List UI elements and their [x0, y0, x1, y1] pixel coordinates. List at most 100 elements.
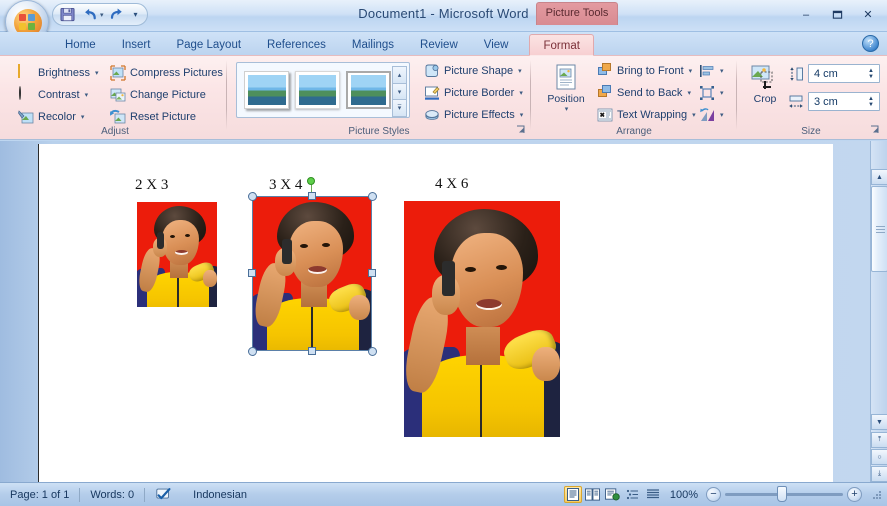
- selection-handle-middle-left[interactable]: [248, 269, 256, 277]
- photo-image-4x6[interactable]: [404, 201, 560, 437]
- zoom-level[interactable]: 100%: [662, 489, 706, 501]
- customize-quick-access-toolbar-icon[interactable]: ▾: [129, 5, 143, 24]
- rotation-handle[interactable]: [307, 177, 315, 185]
- ribbon-group-size: Crop 4 cm ▲ ▼ 3 cm ▲ ▼ Size: [740, 58, 882, 138]
- tab-view[interactable]: View: [471, 34, 522, 56]
- document-area[interactable]: 2 X 3 3 X 4 4 X 6: [0, 141, 887, 482]
- full-screen-reading-view-button[interactable]: [584, 486, 602, 503]
- outline-view-button[interactable]: [624, 486, 642, 503]
- previous-page-button[interactable]: ⤒: [871, 432, 887, 448]
- selection-handle-bottom-center[interactable]: [308, 347, 316, 355]
- group-icon: [699, 85, 715, 101]
- compress-pictures-button[interactable]: Compress Pictures: [106, 63, 227, 83]
- gallery-scroll-down-icon[interactable]: ▾: [392, 82, 407, 101]
- contrast-button[interactable]: Contrast ▾: [14, 85, 92, 105]
- tab-review[interactable]: Review: [407, 34, 471, 56]
- quick-access-toolbar: ▾ ▾: [52, 3, 148, 26]
- picture-styles-dialog-launcher[interactable]: [515, 125, 526, 136]
- text-wrapping-button[interactable]: Text Wrapping ▾: [593, 105, 700, 125]
- undo-icon[interactable]: [80, 5, 101, 24]
- shape-width-spinner[interactable]: ▲ ▼: [864, 94, 878, 109]
- save-icon[interactable]: [57, 5, 78, 24]
- tab-home[interactable]: Home: [52, 34, 109, 56]
- help-icon[interactable]: ?: [862, 35, 879, 52]
- crop-button[interactable]: Crop: [742, 60, 788, 120]
- gallery-scroll-up-icon[interactable]: ▴: [392, 66, 407, 84]
- picture-effects-button[interactable]: Picture Effects ▾: [420, 105, 527, 125]
- change-picture-button[interactable]: Change Picture: [106, 85, 210, 105]
- chevron-down-icon: ▾: [519, 112, 524, 119]
- print-layout-view-button[interactable]: [563, 486, 582, 503]
- tab-format[interactable]: Format: [529, 34, 594, 56]
- bring-to-front-button[interactable]: Bring to Front ▾: [593, 61, 696, 81]
- photo-label-3x4: 3 X 4: [269, 177, 303, 193]
- zoom-out-button[interactable]: −: [706, 487, 721, 502]
- language-status[interactable]: Indonesian: [183, 486, 257, 504]
- picture-effects-icon: [424, 107, 440, 123]
- gallery-scroll-buttons: ▴ ▾ ▾̅: [392, 66, 407, 118]
- send-to-back-button[interactable]: Send to Back ▾: [593, 83, 695, 103]
- size-dialog-launcher[interactable]: [869, 125, 880, 136]
- photo-image-2x3[interactable]: [137, 202, 217, 307]
- selection-handle-top-left[interactable]: [248, 192, 257, 201]
- picture-style-thumbnail-1[interactable]: [244, 71, 289, 109]
- tab-page-layout[interactable]: Page Layout: [163, 34, 254, 56]
- zoom-track[interactable]: [725, 486, 843, 502]
- align-button[interactable]: ▾: [697, 61, 726, 81]
- photo-label-4x6: 4 X 6: [435, 176, 469, 192]
- chevron-down-icon: ▾: [720, 90, 724, 97]
- redo-icon[interactable]: [106, 5, 127, 24]
- undo-dropdown-caret[interactable]: ▾: [100, 11, 104, 19]
- select-browse-object-button[interactable]: ○: [871, 449, 887, 465]
- compress-pictures-icon: [110, 65, 126, 81]
- document-page[interactable]: 2 X 3 3 X 4 4 X 6: [38, 144, 833, 482]
- selection-handle-bottom-left[interactable]: [248, 347, 257, 356]
- vertical-scroll-thumb[interactable]: [871, 186, 887, 272]
- selection-handle-top-right[interactable]: [368, 192, 377, 201]
- zoom-in-button[interactable]: +: [847, 487, 862, 502]
- scroll-up-button[interactable]: ▲: [871, 169, 887, 185]
- vertical-scrollbar[interactable]: ▲ ▼ ⤒ ○ ⤓: [870, 141, 887, 482]
- maximize-button[interactable]: [824, 6, 850, 23]
- rotate-button[interactable]: ▾: [697, 105, 726, 125]
- shape-width-field[interactable]: 3 cm ▲ ▼: [808, 92, 880, 111]
- picture-shape-icon: [424, 63, 440, 79]
- tab-insert[interactable]: Insert: [109, 34, 164, 56]
- selection-handle-bottom-right[interactable]: [368, 347, 377, 356]
- brightness-button[interactable]: Brightness ▾: [14, 63, 103, 83]
- text-wrapping-icon: [597, 107, 613, 123]
- tab-mailings[interactable]: Mailings: [339, 34, 407, 56]
- next-page-button[interactable]: ⤓: [871, 466, 887, 482]
- page-number-status[interactable]: Page: 1 of 1: [0, 486, 79, 504]
- zoom-slider-handle[interactable]: [777, 486, 787, 502]
- picture-style-thumbnail-2[interactable]: [295, 71, 340, 109]
- recolor-button[interactable]: Recolor ▾: [14, 107, 88, 127]
- draft-view-button[interactable]: [644, 486, 662, 503]
- word-count-status[interactable]: Words: 0: [80, 486, 144, 504]
- selection-handle-top-center[interactable]: [308, 192, 316, 200]
- zoom-slider[interactable]: − +: [706, 486, 870, 502]
- shape-width-icon: [788, 94, 804, 110]
- text-wrapping-label: Text Wrapping: [617, 109, 688, 121]
- selection-handle-middle-right[interactable]: [368, 269, 376, 277]
- chevron-down-icon: ▾: [692, 112, 696, 119]
- close-button[interactable]: ✕: [855, 6, 881, 23]
- picture-style-thumbnail-3[interactable]: [346, 71, 391, 109]
- picture-shape-button[interactable]: Picture Shape ▾: [420, 61, 526, 81]
- tab-references[interactable]: References: [254, 34, 339, 56]
- scroll-down-button[interactable]: ▼: [871, 414, 887, 430]
- shape-height-field[interactable]: 4 cm ▲ ▼: [808, 64, 880, 83]
- group-button[interactable]: ▾: [697, 83, 726, 103]
- position-button[interactable]: Position ▾: [540, 60, 592, 120]
- reset-picture-label: Reset Picture: [130, 111, 197, 123]
- reset-picture-button[interactable]: Reset Picture: [106, 107, 200, 127]
- proofing-errors-button[interactable]: [145, 486, 183, 504]
- minimize-button[interactable]: –: [793, 6, 819, 23]
- ribbon-tab-strip: Home Insert Page Layout References Maili…: [0, 32, 887, 56]
- gallery-more-icon[interactable]: ▾̅: [392, 99, 407, 118]
- resize-grip-icon[interactable]: [870, 488, 884, 502]
- title-bar: Picture Tools Document1 - Microsoft Word: [0, 0, 887, 44]
- web-layout-view-button[interactable]: [604, 486, 622, 503]
- picture-border-button[interactable]: Picture Border ▾: [420, 83, 527, 103]
- shape-height-spinner[interactable]: ▲ ▼: [864, 66, 878, 81]
